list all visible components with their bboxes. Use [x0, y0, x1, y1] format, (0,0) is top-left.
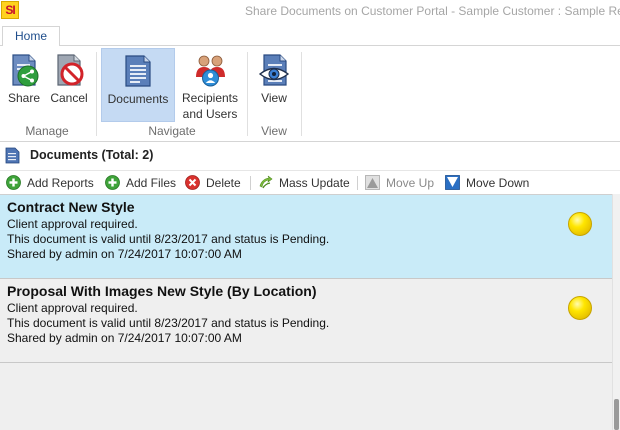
- list-scrollbar[interactable]: [612, 194, 620, 430]
- tab-home[interactable]: Home: [2, 26, 60, 47]
- delete-label: Delete: [206, 176, 241, 190]
- document-validity-text: This document is valid until 8/23/2017 a…: [7, 232, 330, 246]
- documents-icon: [125, 55, 151, 87]
- add-reports-label: Add Reports: [27, 176, 94, 190]
- view-button-label: View: [261, 91, 287, 105]
- recipients-and-users-button[interactable]: Recipients and Users: [178, 48, 242, 122]
- document-title: Proposal With Images New Style (By Locat…: [7, 283, 317, 299]
- share-button[interactable]: Share: [2, 48, 46, 122]
- documents-button-label: Documents: [107, 92, 169, 106]
- ribbon-tabstrip: Home: [0, 22, 620, 47]
- toolbar-separator: [357, 176, 358, 190]
- move-down-button[interactable]: Move Down: [445, 173, 537, 193]
- document-row[interactable]: Proposal With Images New Style (By Locat…: [0, 279, 612, 363]
- ribbon-separator: [247, 52, 248, 136]
- view-button[interactable]: View: [251, 48, 297, 122]
- pending-status-icon: [568, 212, 592, 236]
- documents-icon: [5, 147, 20, 164]
- title-bar: SI Share Documents on Customer Portal - …: [0, 0, 620, 22]
- toolbar-separator: [250, 176, 251, 190]
- document-row[interactable]: Contract New Style Client approval requi…: [0, 195, 612, 279]
- move-down-icon: [445, 175, 460, 190]
- documents-toolbar: Add Reports Add Files Delete Mass Update…: [0, 170, 620, 194]
- document-validity-text: This document is valid until 8/23/2017 a…: [7, 316, 330, 330]
- ribbon: Share Cancel Manage Documents Recipients…: [0, 46, 620, 142]
- add-files-label: Add Files: [126, 176, 177, 190]
- document-title: Contract New Style: [7, 199, 135, 215]
- scrollbar-thumb[interactable]: [614, 399, 619, 430]
- add-files-button[interactable]: Add Files: [105, 173, 179, 193]
- recipients-label-line2: and Users: [182, 107, 238, 121]
- cancel-icon: [57, 54, 84, 86]
- add-reports-button[interactable]: Add Reports: [6, 173, 98, 193]
- ribbon-separator: [96, 52, 97, 136]
- share-documents-window: SI Share Documents on Customer Portal - …: [0, 0, 620, 430]
- document-approval-text: Client approval required.: [7, 217, 138, 231]
- move-up-icon: [365, 175, 380, 190]
- cancel-button-label: Cancel: [50, 91, 88, 105]
- window-title: Share Documents on Customer Portal - Sam…: [245, 4, 620, 18]
- recipients-label-line1: Recipients: [181, 91, 239, 105]
- document-approval-text: Client approval required.: [7, 301, 138, 315]
- recipients-button-label: Recipients and Users: [178, 90, 242, 122]
- mass-update-icon: [259, 175, 273, 189]
- ribbon-separator: [301, 52, 302, 136]
- documents-section-header: Documents (Total: 2): [0, 143, 620, 169]
- move-up-button[interactable]: Move Up: [365, 173, 437, 193]
- documents-list: Contract New Style Client approval requi…: [0, 194, 612, 430]
- add-icon: [6, 175, 21, 190]
- group-label-navigate: Navigate: [148, 124, 196, 138]
- share-icon: [12, 54, 39, 87]
- move-down-label: Move Down: [466, 176, 530, 190]
- app-logo-icon: SI: [1, 1, 19, 19]
- view-eye-icon: [258, 54, 290, 86]
- document-shared-by-text: Shared by admin on 7/24/2017 10:07:00 AM: [7, 247, 242, 261]
- share-button-label: Share: [7, 91, 41, 105]
- delete-button[interactable]: Delete: [185, 173, 245, 193]
- delete-icon: [185, 175, 200, 190]
- recipients-users-icon: [196, 55, 225, 87]
- add-icon: [105, 175, 120, 190]
- documents-total-title: Documents (Total: 2): [30, 148, 154, 162]
- document-shared-by-text: Shared by admin on 7/24/2017 10:07:00 AM: [7, 331, 242, 345]
- cancel-button[interactable]: Cancel: [48, 48, 90, 122]
- mass-update-button[interactable]: Mass Update: [258, 173, 352, 193]
- group-label-manage: Manage: [25, 124, 69, 138]
- documents-button[interactable]: Documents: [101, 48, 175, 122]
- group-label-view: View: [261, 124, 287, 138]
- move-up-label: Move Up: [386, 176, 435, 190]
- mass-update-label: Mass Update: [279, 176, 350, 190]
- pending-status-icon: [568, 296, 592, 320]
